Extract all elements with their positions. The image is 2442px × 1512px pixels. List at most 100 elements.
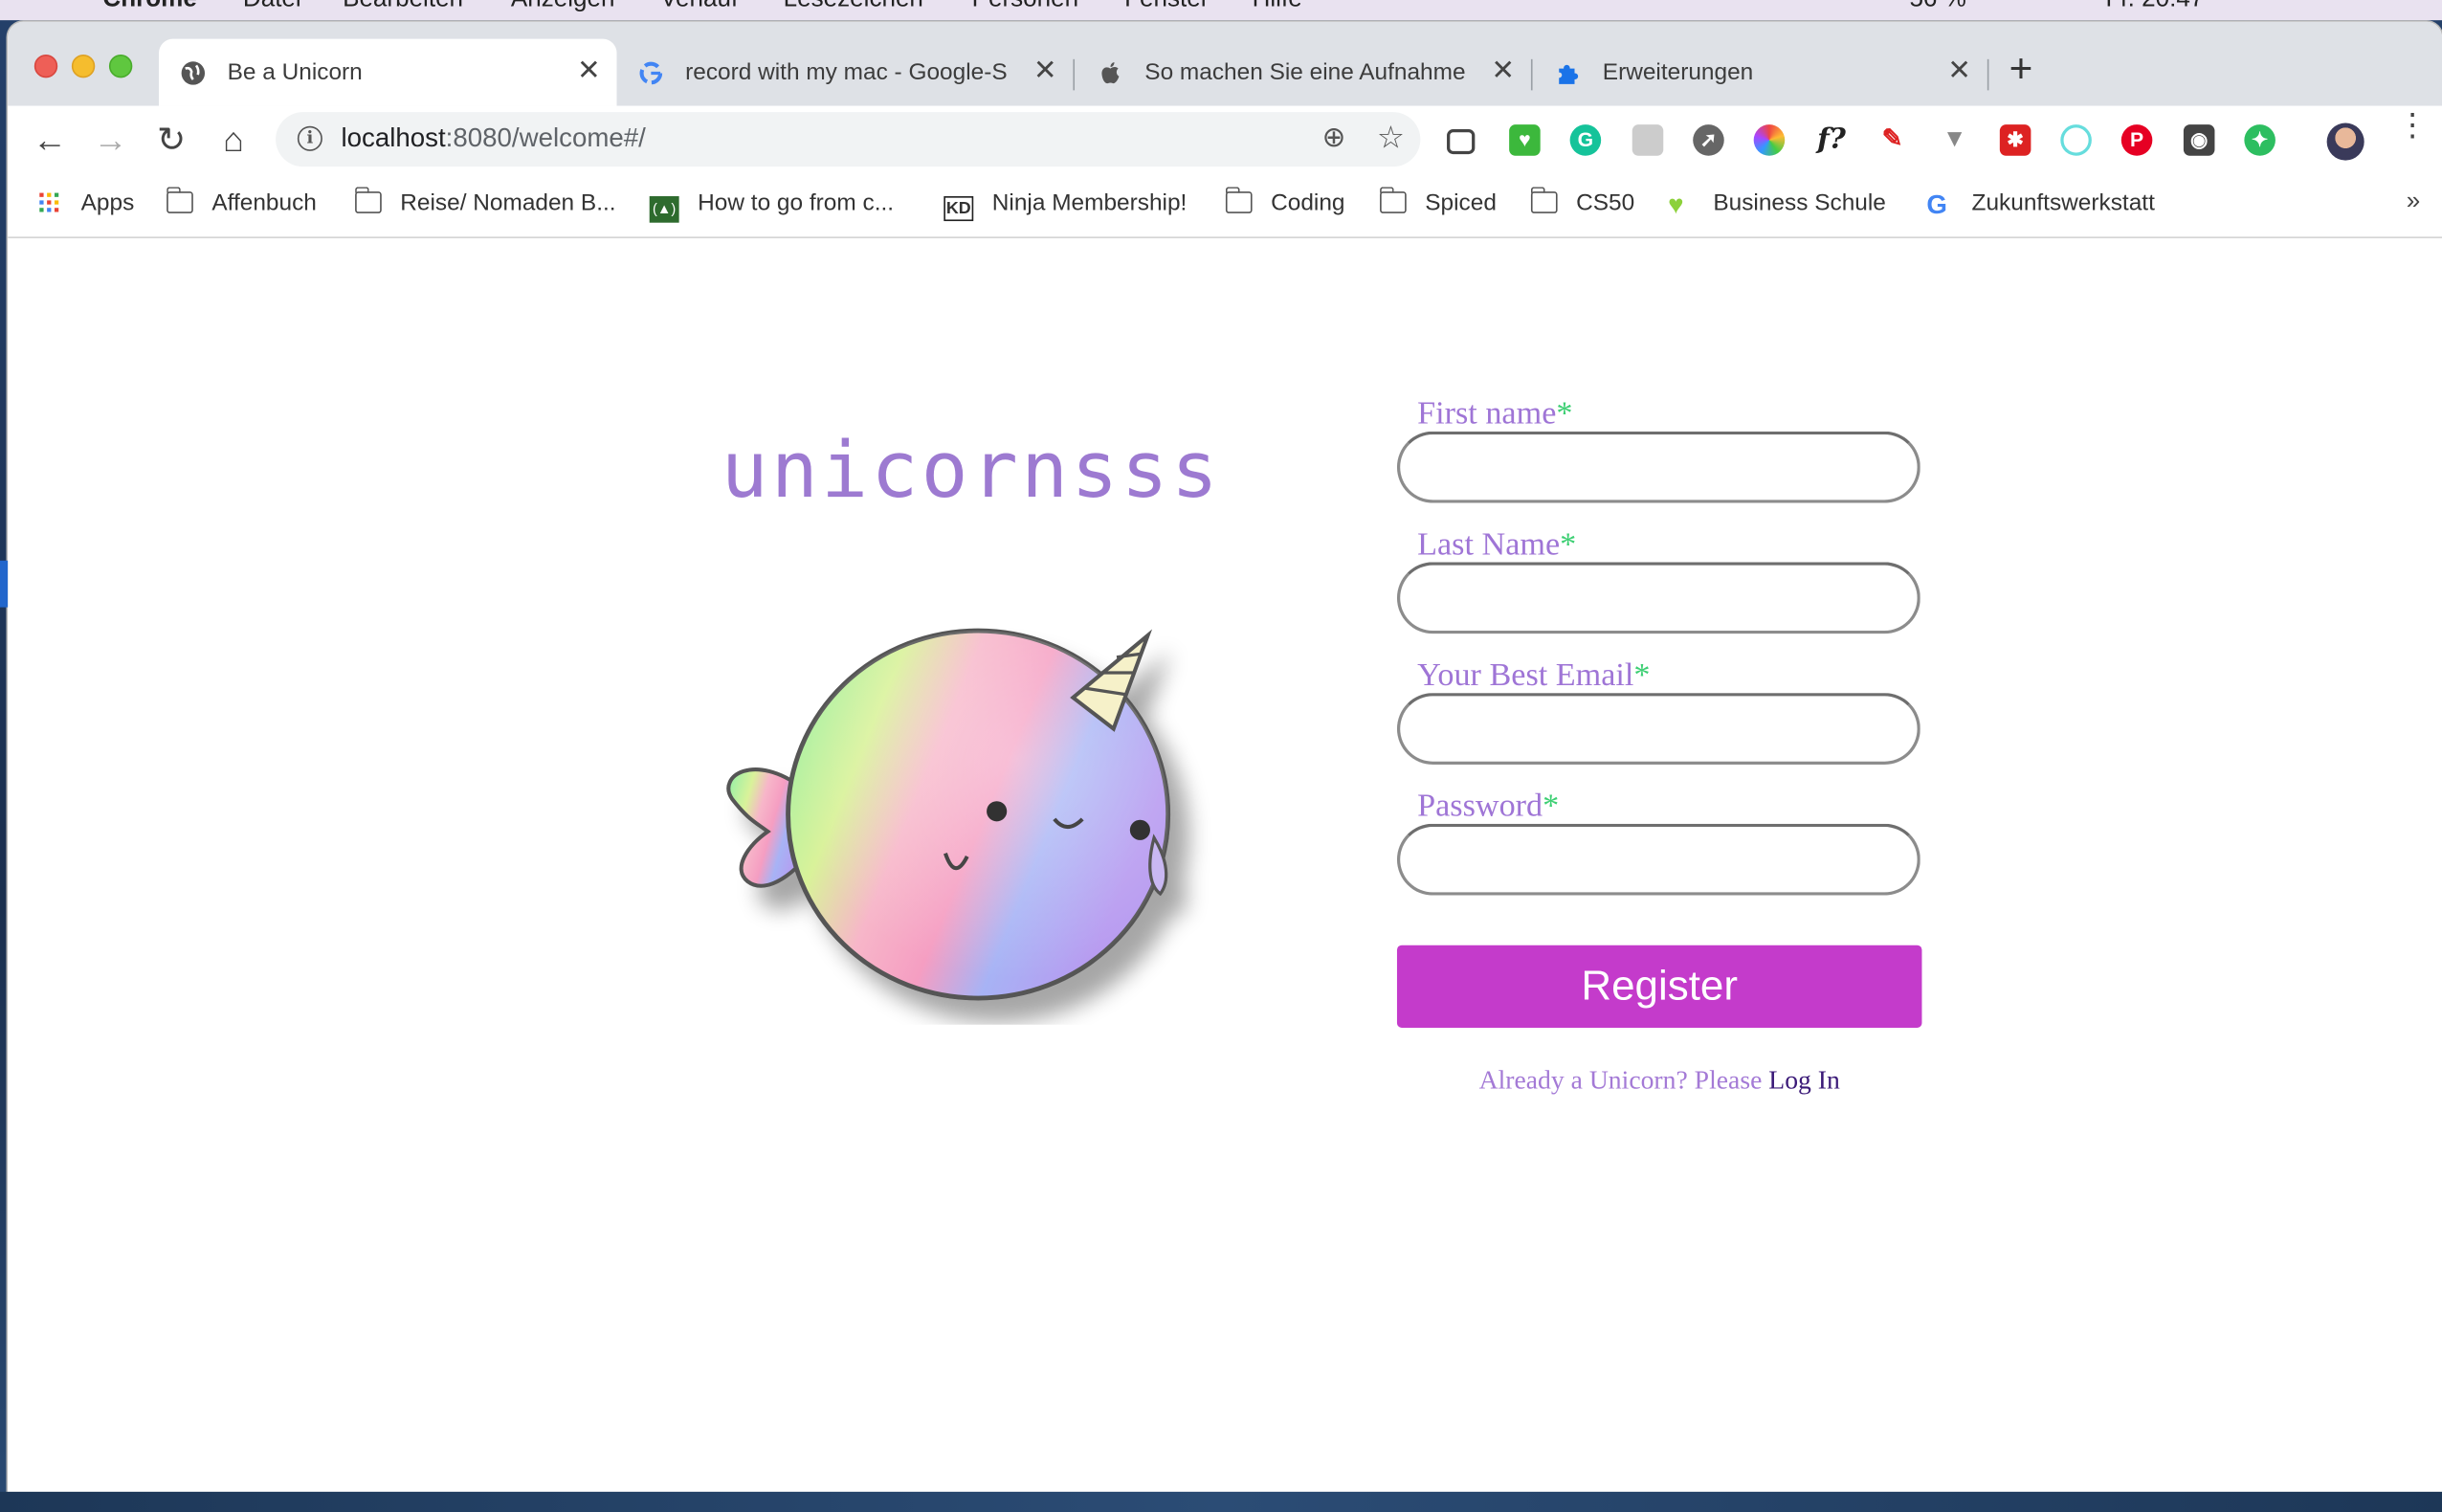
forward-arrow-icon[interactable]: → — [90, 120, 130, 160]
home-icon[interactable]: ⌂ — [213, 120, 254, 160]
screen: Chrome Datei Bearbeiten Anzeigen Verlauf… — [0, 0, 2442, 1512]
login-prompt-text: Already a Unicorn? Please — [1478, 1065, 1763, 1095]
tab-apple-support[interactable]: So machen Sie eine Aufnahme ✕ — [1077, 39, 1531, 106]
tab-be-a-unicorn[interactable]: Be a Unicorn ✕ — [159, 38, 617, 106]
vue-devtools-extension-icon[interactable]: ▼ — [1939, 124, 1970, 156]
bookmark-label: Zukunftswerkstatt — [1971, 189, 2155, 217]
browser-window: Be a Unicorn ✕ record with my mac - Goog… — [8, 21, 2442, 1492]
target-extension-icon[interactable] — [2060, 124, 2092, 156]
registration-form: First name* Last Name* Your Best Email* … — [1396, 393, 1923, 1095]
bookmarks-bar: Apps Affenbuch Reise/ Nomaden B... (▲) Ho… — [8, 174, 2442, 238]
password-field[interactable] — [1396, 823, 1920, 896]
folder-icon — [1225, 187, 1253, 213]
last-name-field[interactable] — [1396, 562, 1920, 634]
grammarly-extension-icon[interactable]: G — [1569, 124, 1602, 156]
close-tab-icon[interactable]: ✕ — [1947, 55, 1972, 87]
menu-item-anzeigen[interactable]: Anzeigen — [511, 0, 615, 11]
menu-item-lesezeichen[interactable]: Lesezeichen — [784, 0, 923, 11]
lightbulb-extension-icon[interactable]: ◉ — [2183, 124, 2215, 156]
menu-item-verlauf[interactable]: Verlauf — [660, 0, 738, 11]
screenshot-extension-icon[interactable] — [1447, 129, 1476, 155]
bookmark-ninja[interactable]: KD Ninja Membership! — [944, 190, 1187, 222]
bookmark-label: How to go from c... — [698, 189, 895, 217]
reader-extension-icon[interactable] — [1632, 124, 1664, 156]
background-window-edge — [0, 560, 9, 608]
bookmark-affenbuch[interactable]: Affenbuch — [166, 187, 317, 217]
kd-icon: KD — [944, 196, 974, 222]
bookmark-spiced[interactable]: Spiced — [1379, 187, 1497, 217]
profile-avatar[interactable] — [2326, 122, 2364, 161]
minimize-window-button[interactable] — [71, 54, 96, 78]
log-in-link[interactable]: Log In — [1768, 1065, 1840, 1095]
site-info-icon[interactable]: i — [297, 125, 322, 151]
desktop-background-strip — [0, 1491, 2442, 1512]
react-devtools-extension-icon[interactable]: ✱ — [1999, 124, 2031, 156]
browser-menu-icon[interactable]: ⋮ — [2397, 111, 2429, 143]
first-name-label: First name* — [1417, 393, 1573, 432]
email-label: Your Best Email* — [1417, 656, 1651, 694]
url-path: :8080/welcome#/ — [445, 122, 646, 153]
site-icon: (▲) — [649, 196, 679, 223]
bookmark-zukunftswerkstatt[interactable]: G Zukunftswerkstatt — [1926, 189, 2155, 218]
puzzle-icon — [1559, 64, 1579, 84]
more-bookmarks-chevron-icon[interactable]: » — [2407, 189, 2420, 216]
tab-title: So machen Sie eine Aufnahme — [1144, 58, 1466, 86]
first-name-field[interactable] — [1396, 431, 1920, 503]
menu-item-datei[interactable]: Datei — [243, 0, 301, 11]
close-tab-icon[interactable]: ✕ — [1032, 55, 1057, 87]
folder-icon — [354, 187, 382, 213]
bookmark-apps[interactable]: Apps — [35, 189, 135, 217]
tab-title: record with my mac - Google-S — [685, 58, 1008, 86]
bookmark-how-to-go[interactable]: (▲) How to go from c... — [649, 189, 895, 223]
close-tab-icon[interactable]: ✕ — [576, 55, 601, 87]
bookmark-business-schule[interactable]: ♥ Business Schule — [1668, 189, 1886, 218]
reload-icon[interactable]: ↻ — [151, 120, 191, 160]
mac-menu-bar: Chrome Datei Bearbeiten Anzeigen Verlauf… — [0, 0, 2442, 21]
bookmark-cs50[interactable]: CS50 — [1530, 187, 1634, 216]
font-identifier-extension-icon[interactable]: f? — [1816, 123, 1848, 156]
apple-icon — [1101, 62, 1120, 84]
menu-item-personen[interactable]: Personen — [972, 0, 1078, 11]
last-name-label: Last Name* — [1417, 524, 1577, 563]
tab-separator — [1987, 58, 1989, 91]
pinterest-extension-icon[interactable]: P — [2120, 124, 2153, 156]
address-bar[interactable]: i localhost:8080/welcome#/ ⊕ ☆ — [276, 112, 1421, 167]
bookmark-reise[interactable]: Reise/ Nomaden B... — [354, 187, 616, 216]
register-button[interactable]: Register — [1396, 945, 1922, 1028]
menu-item-hilfe[interactable]: Hilfe — [1253, 0, 1302, 11]
menu-clock[interactable]: Fr. 20:47 — [2106, 0, 2205, 11]
tab-separator — [1073, 58, 1076, 91]
zoom-icon[interactable]: ⊕ — [1322, 122, 1346, 154]
evernote-extension-icon[interactable]: ✦ — [2244, 124, 2276, 156]
brand-logo-text: unicornsss — [721, 425, 1222, 516]
globe-icon — [181, 61, 206, 85]
bookmark-label: Affenbuch — [211, 189, 317, 217]
back-arrow-icon[interactable]: ← — [30, 120, 70, 160]
bookmark-label: Apps — [80, 189, 135, 217]
email-field[interactable] — [1396, 693, 1920, 765]
maximize-window-button[interactable] — [108, 54, 133, 78]
menu-item-fenster[interactable]: Fenster — [1124, 0, 1209, 11]
bookmark-coding[interactable]: Coding — [1225, 187, 1345, 216]
url-text[interactable]: localhost:8080/welcome#/ — [341, 123, 645, 155]
new-tab-plus-icon[interactable]: + — [2009, 48, 2033, 88]
heart-extension-icon[interactable]: ♥ — [1509, 124, 1541, 156]
menu-item-bearbeiten[interactable]: Bearbeiten — [343, 0, 463, 11]
eyedropper-extension-icon[interactable]: ✎ — [1876, 124, 1908, 156]
close-window-button[interactable] — [33, 54, 58, 78]
folder-icon — [166, 187, 193, 213]
bookmark-label: Spiced — [1425, 189, 1497, 217]
apps-grid-icon — [39, 192, 59, 212]
required-asterisk: * — [1556, 393, 1573, 432]
bookmark-label: Business Schule — [1713, 189, 1886, 217]
bookmark-star-icon[interactable]: ☆ — [1377, 119, 1405, 158]
menu-app-name[interactable]: Chrome — [102, 0, 196, 11]
tab-strip: Be a Unicorn ✕ record with my mac - Goog… — [8, 21, 2442, 106]
tab-erweiterungen[interactable]: Erweiterungen ✕ — [1534, 39, 1987, 106]
color-wheel-extension-icon[interactable] — [1753, 124, 1786, 156]
close-tab-icon[interactable]: ✕ — [1491, 55, 1516, 87]
tab-google-search[interactable]: record with my mac - Google-S ✕ — [617, 39, 1074, 106]
narwhal-illustration — [726, 628, 1171, 1001]
required-asterisk: * — [1633, 656, 1651, 694]
compass-extension-icon[interactable]: ➚ — [1693, 124, 1724, 156]
